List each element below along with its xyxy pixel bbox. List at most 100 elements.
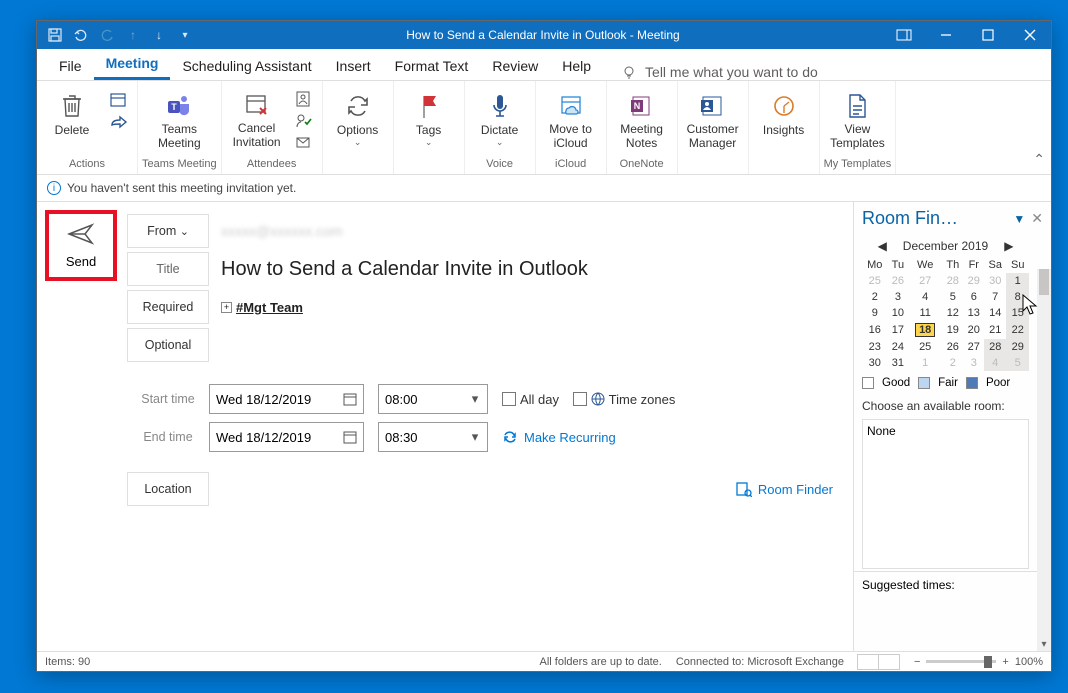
send-button[interactable]: Send <box>45 210 117 281</box>
calendar-day[interactable]: 11 <box>908 305 942 321</box>
tab-insert[interactable]: Insert <box>324 52 383 80</box>
forward-small-icon[interactable] <box>109 113 131 133</box>
view-normal-icon[interactable] <box>857 654 879 670</box>
make-recurring-button[interactable]: Make Recurring <box>502 430 616 445</box>
calendar-day[interactable]: 30 <box>984 273 1006 289</box>
tab-meeting[interactable]: Meeting <box>94 49 171 80</box>
calendar-day[interactable]: 21 <box>984 321 1006 339</box>
view-templates-button[interactable]: View Templates <box>826 89 888 153</box>
redo-icon[interactable] <box>97 25 117 45</box>
save-icon[interactable] <box>45 25 65 45</box>
view-switcher[interactable] <box>858 654 900 670</box>
calendar-day[interactable]: 5 <box>1006 355 1029 371</box>
delete-button[interactable]: Delete <box>41 89 103 139</box>
response-options-icon[interactable] <box>294 134 316 154</box>
calendar-day[interactable]: 25 <box>862 273 888 289</box>
calendar-day[interactable]: 27 <box>964 339 984 355</box>
scrollbar-thumb[interactable] <box>1039 269 1049 295</box>
close-button[interactable] <box>1009 21 1051 49</box>
calendar-day[interactable]: 7 <box>984 289 1006 305</box>
tab-help[interactable]: Help <box>550 52 603 80</box>
calendar-day[interactable]: 25 <box>908 339 942 355</box>
tell-me-search[interactable]: Tell me what you want to do <box>621 64 818 80</box>
from-button[interactable]: From ⌄ <box>127 214 209 248</box>
next-month-icon[interactable]: ▶ <box>1004 239 1013 253</box>
tab-format-text[interactable]: Format Text <box>383 52 481 80</box>
location-input[interactable] <box>209 472 736 506</box>
calendar-day[interactable]: 8 <box>1006 289 1029 305</box>
teams-meeting-button[interactable]: T Teams Meeting <box>148 89 210 153</box>
end-time-input[interactable]: 08:30 ▾ <box>378 422 488 452</box>
minimize-button[interactable] <box>925 21 967 49</box>
close-pane-icon[interactable]: ✕ <box>1031 210 1043 227</box>
calendar-day[interactable]: 3 <box>964 355 984 371</box>
optional-input[interactable] <box>209 328 853 362</box>
zoom-thumb[interactable] <box>984 656 992 668</box>
required-button[interactable]: Required <box>127 290 209 324</box>
scroll-down-icon[interactable]: ▾ <box>1037 637 1051 651</box>
calendar-day[interactable]: 28 <box>942 273 963 289</box>
required-input[interactable]: + #Mgt Team <box>209 290 853 324</box>
calendar-day[interactable]: 24 <box>888 339 909 355</box>
chevron-down-icon[interactable]: ▾ <box>469 391 481 407</box>
customer-manager-button[interactable]: Customer Manager <box>682 89 744 153</box>
calendar-day[interactable]: 26 <box>888 273 909 289</box>
calendar-day[interactable]: 14 <box>984 305 1006 321</box>
collapse-ribbon-icon[interactable]: ⌃ <box>1033 151 1045 168</box>
calendar-icon[interactable] <box>343 392 357 406</box>
insights-button[interactable]: Insights <box>753 89 815 139</box>
undo-icon[interactable] <box>71 25 91 45</box>
time-zones-checkbox[interactable]: Time zones <box>573 392 675 407</box>
view-reading-icon[interactable] <box>878 654 900 670</box>
tab-scheduling-assistant[interactable]: Scheduling Assistant <box>170 52 323 80</box>
calendar-day[interactable]: 12 <box>942 305 963 321</box>
ribbon-display-icon[interactable] <box>883 21 925 49</box>
calendar-day[interactable]: 4 <box>908 289 942 305</box>
zoom-slider[interactable] <box>926 660 996 663</box>
calendar-day[interactable]: 31 <box>888 355 909 371</box>
calendar-day[interactable]: 13 <box>964 305 984 321</box>
calendar-day[interactable]: 16 <box>862 321 888 339</box>
calendar-day[interactable]: 15 <box>1006 305 1029 321</box>
end-date-input[interactable]: Wed 18/12/2019 <box>209 422 364 452</box>
location-button[interactable]: Location <box>127 472 209 506</box>
address-book-icon[interactable] <box>294 90 316 110</box>
calendar-day[interactable]: 6 <box>964 289 984 305</box>
pane-menu-icon[interactable]: ▼ <box>1013 212 1025 226</box>
calendar-day[interactable]: 3 <box>888 289 909 305</box>
zoom-out-icon[interactable]: − <box>914 656 920 668</box>
calendar-day[interactable]: 10 <box>888 305 909 321</box>
room-finder-button[interactable]: Room Finder <box>736 481 833 497</box>
calendar-day[interactable]: 23 <box>862 339 888 355</box>
calendar-day[interactable]: 2 <box>862 289 888 305</box>
zoom-in-icon[interactable]: + <box>1002 656 1008 668</box>
pane-scrollbar[interactable]: ▾ <box>1037 269 1051 651</box>
room-list-item[interactable]: None <box>867 424 1024 438</box>
expand-group-icon[interactable]: + <box>221 302 232 313</box>
check-names-icon[interactable] <box>294 112 316 132</box>
calendar-day[interactable]: 1 <box>908 355 942 371</box>
dictate-button[interactable]: Dictate⌄ <box>469 89 531 150</box>
start-date-input[interactable]: Wed 18/12/2019 <box>209 384 364 414</box>
move-to-icloud-button[interactable]: Move to iCloud <box>540 89 602 153</box>
options-button[interactable]: Options⌄ <box>327 89 389 150</box>
qat-customize-icon[interactable]: ▾ <box>175 25 195 45</box>
optional-button[interactable]: Optional <box>127 328 209 362</box>
all-day-checkbox[interactable]: All day <box>502 392 559 407</box>
meeting-notes-button[interactable]: N Meeting Notes <box>611 89 673 153</box>
down-icon[interactable]: ↓ <box>149 25 169 45</box>
prev-month-icon[interactable]: ◀ <box>878 239 887 253</box>
calendar-day[interactable]: 30 <box>862 355 888 371</box>
calendar-day[interactable]: 18 <box>908 321 942 339</box>
calendar-day[interactable]: 9 <box>862 305 888 321</box>
available-rooms-list[interactable]: None <box>862 419 1029 569</box>
calendar-table[interactable]: MoTuWeThFrSaSu 2526272829301234567891011… <box>862 257 1029 371</box>
maximize-button[interactable] <box>967 21 1009 49</box>
calendar-icon[interactable] <box>343 430 357 444</box>
calendar-day[interactable]: 19 <box>942 321 963 339</box>
calendar-day[interactable]: 26 <box>942 339 963 355</box>
calendar-day[interactable]: 27 <box>908 273 942 289</box>
calendar-day[interactable]: 2 <box>942 355 963 371</box>
tags-button[interactable]: Tags⌄ <box>398 89 460 150</box>
calendar-small-icon[interactable] <box>109 91 131 111</box>
